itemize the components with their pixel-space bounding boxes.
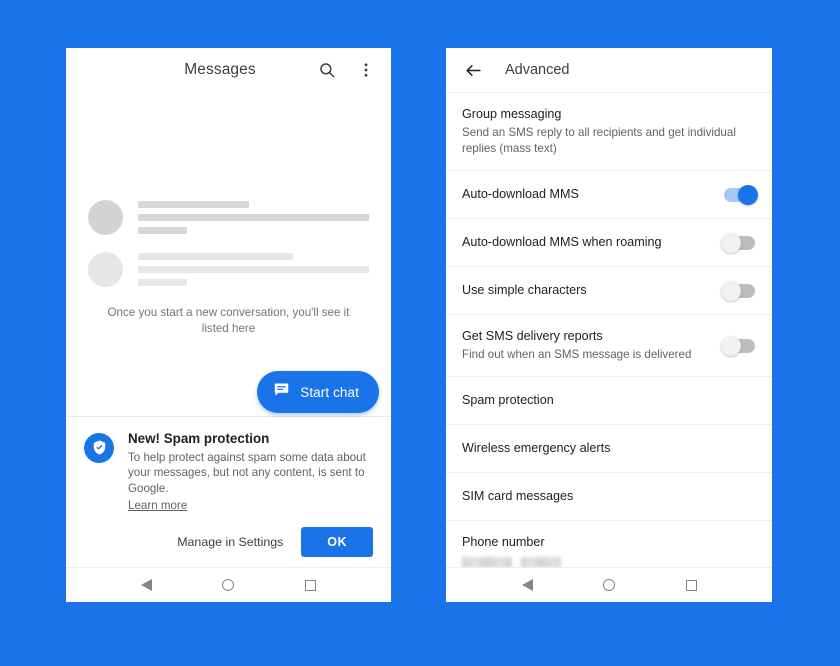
placeholder-bar [138,201,249,208]
setting-subtitle: Find out when an SMS message is delivere… [462,348,692,361]
back-triangle-icon[interactable] [139,578,154,593]
setting-text: Group messaging Send an SMS reply to all… [462,106,756,157]
setting-text: Auto-download MMS when roaming [462,234,723,251]
start-chat-button[interactable]: Start chat [257,371,379,413]
setting-subtitle: Send an SMS reply to all recipients and … [462,126,736,155]
setting-title: Group messaging [462,107,562,121]
setting-phone-number[interactable]: Phone number [446,521,772,567]
placeholder-bar [138,253,293,260]
spam-protection-banner: New! Spam protection To help protect aga… [66,415,391,568]
start-chat-label: Start chat [300,384,359,400]
android-navigation-bar [446,567,772,602]
setting-sim-card-messages[interactable]: SIM card messages [446,473,772,521]
arrow-back-icon[interactable] [462,59,484,81]
advanced-settings-phone: Advanced Group messaging Send an SMS rep… [446,48,772,602]
setting-sms-delivery-reports[interactable]: Get SMS delivery reports Find out when a… [446,315,772,377]
placeholder-bar [138,227,187,234]
messages-app-phone: Messages Once you start a new conversati… [66,48,391,602]
setting-title: Auto-download MMS [462,187,579,201]
placeholder-bar [138,279,187,286]
list-item [66,252,391,287]
chat-bubble-icon [273,381,290,403]
setting-text: Wireless emergency alerts [462,440,756,457]
toggle-thumb [721,232,741,253]
app-bar-actions [316,59,377,81]
banner-body: To help protect against spam some data a… [128,450,366,495]
shield-check-icon [84,432,114,463]
toggle-sms-delivery-reports[interactable] [721,335,756,356]
setting-title: Wireless emergency alerts [462,441,611,455]
more-vert-icon[interactable] [355,59,377,81]
toggle-use-simple-characters[interactable] [721,280,756,301]
toggle-auto-download-mms-roaming[interactable] [721,232,756,253]
setting-wireless-emergency-alerts[interactable]: Wireless emergency alerts [446,425,772,473]
avatar-placeholder [88,252,123,287]
setting-title: Auto-download MMS when roaming [462,235,662,249]
setting-auto-download-mms-roaming[interactable]: Auto-download MMS when roaming [446,219,772,267]
setting-text: SIM card messages [462,488,756,505]
placeholder-bar [138,214,369,221]
banner-title: New! Spam protection [128,430,270,446]
setting-auto-download-mms[interactable]: Auto-download MMS [446,171,772,219]
settings-app-bar: Advanced [446,48,772,93]
learn-more-link[interactable]: Learn more [128,499,187,512]
empty-state-text: Once you start a new conversation, you'l… [107,306,350,335]
setting-text: Phone number [462,534,756,567]
back-triangle-icon[interactable] [520,578,535,593]
setting-text: Get SMS delivery reports Find out when a… [462,328,723,363]
phone-number-redacted-value [462,557,746,567]
banner-actions: Manage in Settings OK [84,527,373,557]
banner-content: New! Spam protection To help protect aga… [84,431,373,515]
text-placeholder-lines [138,253,369,286]
setting-title: Spam protection [462,393,554,407]
setting-title: SIM card messages [462,489,574,503]
setting-text: Spam protection [462,392,756,409]
setting-title: Phone number [462,535,545,549]
setting-group-messaging[interactable]: Group messaging Send an SMS reply to all… [446,93,772,171]
page-title: Messages [184,61,256,78]
conversation-placeholder-list [66,200,391,304]
android-navigation-bar [66,567,391,602]
search-icon[interactable] [316,59,338,81]
banner-text-block: New! Spam protection To help protect aga… [128,431,373,515]
toggle-thumb [738,184,758,205]
setting-text: Auto-download MMS [462,186,723,203]
conversation-list-area: Once you start a new conversation, you'l… [66,92,391,416]
setting-title: Get SMS delivery reports [462,329,603,343]
recents-square-icon[interactable] [303,578,318,593]
text-placeholder-lines [138,201,369,234]
placeholder-bar [138,266,369,273]
settings-list: Group messaging Send an SMS reply to all… [446,93,772,567]
toggle-thumb [721,335,741,356]
setting-title: Use simple characters [462,283,587,297]
page-title: Advanced [505,62,570,78]
setting-spam-protection[interactable]: Spam protection [446,377,772,425]
ok-button[interactable]: OK [301,527,373,557]
toggle-thumb [721,280,741,301]
avatar-placeholder [88,200,123,235]
toggle-auto-download-mms[interactable] [723,184,758,205]
list-item [66,200,391,235]
home-circle-icon[interactable] [602,578,617,593]
setting-use-simple-characters[interactable]: Use simple characters [446,267,772,315]
recents-square-icon[interactable] [684,578,699,593]
messages-app-bar: Messages [66,48,391,92]
home-circle-icon[interactable] [221,578,236,593]
manage-in-settings-button[interactable]: Manage in Settings [173,529,287,555]
setting-text: Use simple characters [462,282,723,299]
